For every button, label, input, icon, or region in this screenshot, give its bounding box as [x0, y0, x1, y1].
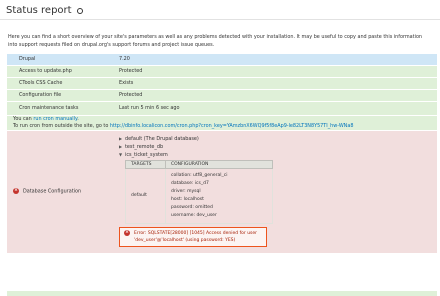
database-item[interactable]: ▼ ics_ticket_system: [119, 151, 431, 159]
page-title: Status report: [6, 5, 72, 16]
status-value: Last run 5 min 6 sec ago: [113, 101, 437, 116]
cron-description: You can run cron manually. To run cron f…: [7, 115, 437, 131]
error-text: Error: SQLSTATE[28000] [1045] Access den…: [134, 230, 258, 243]
config-item: driver: mysql: [171, 188, 201, 194]
database-details: ▶ default (The Drupal database) ▶ test_rem…: [113, 130, 437, 254]
error-icon: ×: [124, 230, 130, 236]
configuration-list: collation: utf8_general_ci database: ics…: [165, 167, 273, 224]
status-row-database: × Database Configuration ▶ default (The Dr…: [7, 130, 437, 254]
status-label: Access to update.php: [7, 65, 113, 78]
status-label: Drupal: [7, 54, 113, 66]
config-item: host: localhost: [171, 196, 204, 202]
status-row-cron-description: You can run cron manually. To run cron f…: [7, 115, 437, 131]
config-item: password: omitted: [171, 204, 213, 210]
error-message: × Error: SQLSTATE[28000] [1045] Access d…: [119, 226, 267, 247]
database-item[interactable]: ▶ default (The Drupal database): [119, 135, 431, 143]
status-row-cron: Cron maintenance tasks Last run 5 min 6 …: [7, 101, 437, 116]
error-icon: ×: [13, 188, 19, 195]
config-item: database: ics_d7: [171, 180, 209, 186]
config-table-header: TARGETS CONFIGURATION: [125, 159, 273, 169]
status-label: Cron maintenance tasks: [7, 101, 113, 116]
status-value: 7.20: [113, 54, 437, 66]
target-name: default: [125, 167, 166, 224]
status-value: Exists: [113, 77, 437, 90]
run-cron-link[interactable]: run cron manually: [33, 116, 77, 122]
cron-url-link[interactable]: http://dbinfo.localicon.com/cron.php?cro…: [110, 123, 354, 129]
status-value: Protected: [113, 65, 437, 78]
page-header: Status report: [0, 0, 440, 20]
status-row-config: Configuration file Protected: [7, 89, 437, 102]
config-table-row: default collation: utf8_general_ci datab…: [125, 167, 273, 224]
intro-text: Here you can find a short overview of yo…: [8, 34, 423, 48]
status-report-table: Drupal 7.20 Access to update.php Protect…: [7, 54, 437, 254]
status-label: Database Configuration: [23, 188, 82, 195]
database-item[interactable]: ▶ test_remote_db: [119, 143, 431, 151]
database-config-table: TARGETS CONFIGURATION default collation:…: [125, 159, 273, 224]
gear-icon[interactable]: [76, 7, 83, 14]
status-row-update: Access to update.php Protected: [7, 65, 437, 78]
config-item: collation: utf8_general_ci: [171, 172, 228, 178]
status-label: Configuration file: [7, 89, 113, 102]
status-value: Protected: [113, 89, 437, 102]
status-row-drupal: Drupal 7.20: [7, 54, 437, 66]
configuration-header: CONFIGURATION: [165, 159, 273, 169]
status-row-ctools: CTools CSS Cache Exists: [7, 77, 437, 90]
status-label-cell: × Database Configuration: [7, 130, 113, 254]
next-status-row: [7, 291, 437, 296]
database-list: ▶ default (The Drupal database) ▶ test_rem…: [119, 135, 431, 159]
status-label: CTools CSS Cache: [7, 77, 113, 90]
targets-header: TARGETS: [125, 159, 166, 169]
config-item: username: dev_user: [171, 212, 217, 218]
